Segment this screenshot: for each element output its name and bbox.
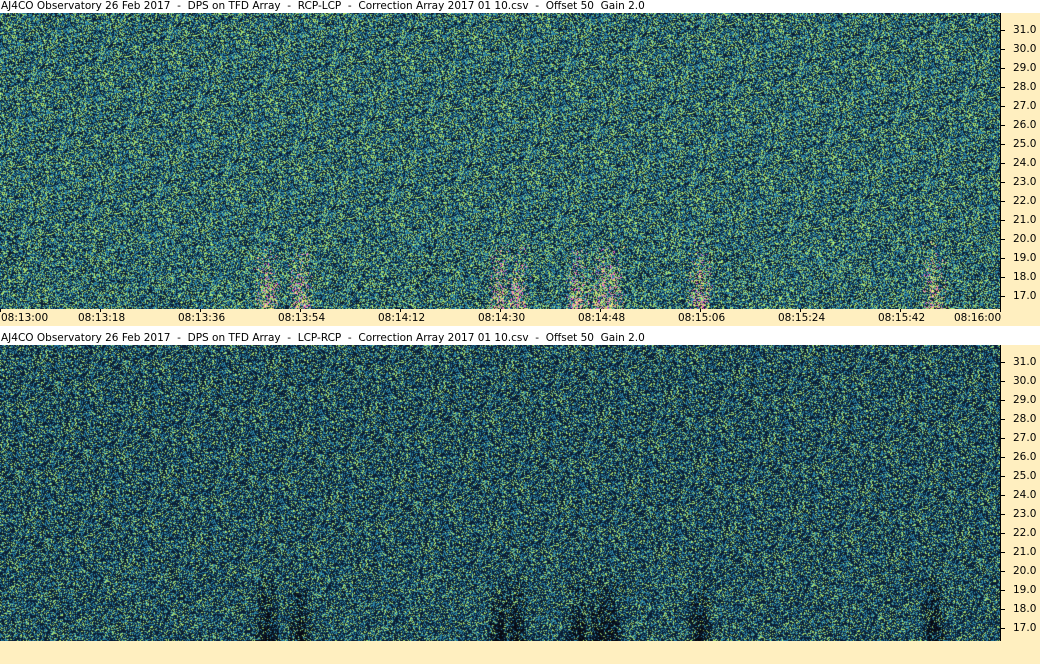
time-axis: 08:13:00 08:13:18 08:13:36 08:13:54 08:14:12… [0, 309, 1040, 326]
freq-tick-label: 31.0 [1013, 24, 1037, 36]
time-tick-label: 08:13:36 [178, 312, 226, 324]
bottom-spectrogram [0, 345, 1000, 641]
freq-tick [1000, 381, 1005, 382]
top-spectrogram [0, 13, 1000, 309]
freq-tick [1000, 296, 1005, 297]
time-tick-label: 08:15:42 [878, 312, 926, 324]
freq-tick [1000, 495, 1005, 496]
freq-tick-label: 22.0 [1013, 527, 1037, 539]
time-tick-label: 08:15:06 [678, 312, 726, 324]
freq-tick [1000, 571, 1005, 572]
freq-tick-label: 20.0 [1013, 233, 1037, 245]
freq-tick [1000, 362, 1005, 363]
top-title-gap [1000, 0, 1040, 13]
freq-tick-label: 20.0 [1013, 565, 1037, 577]
freq-tick-label: 29.0 [1013, 62, 1037, 74]
freq-tick [1000, 609, 1005, 610]
freq-tick [1000, 628, 1005, 629]
freq-tick-label: 31.0 [1013, 356, 1037, 368]
freq-tick-label: 25.0 [1013, 470, 1037, 482]
freq-tick-label: 27.0 [1013, 432, 1037, 444]
freq-tick-label: 26.0 [1013, 119, 1037, 131]
freq-tick-label: 18.0 [1013, 271, 1037, 283]
freq-tick [1000, 163, 1005, 164]
freq-tick [1000, 201, 1005, 202]
freq-tick [1000, 220, 1005, 221]
freq-tick-label: 27.0 [1013, 100, 1037, 112]
freq-tick-label: 28.0 [1013, 413, 1037, 425]
time-tick-label: 08:13:00 [1, 312, 49, 324]
time-tick-label: 08:13:18 [78, 312, 126, 324]
freq-tick-label: 29.0 [1013, 394, 1037, 406]
freq-tick-label: 23.0 [1013, 176, 1037, 188]
freq-tick [1000, 590, 1005, 591]
time-tick-label: 08:13:54 [278, 312, 326, 324]
freq-tick [1000, 239, 1005, 240]
freq-tick-label: 24.0 [1013, 489, 1037, 501]
freq-tick-label: 23.0 [1013, 508, 1037, 520]
bottom-panel-title: AJ4CO Observatory 26 Feb 2017 - DPS on T… [0, 332, 1001, 345]
freq-tick-label: 17.0 [1013, 290, 1037, 302]
freq-tick-label: 19.0 [1013, 252, 1037, 264]
freq-tick [1000, 457, 1005, 458]
freq-tick-label: 28.0 [1013, 81, 1037, 93]
top-frequency-axis: 31.0 30.0 29.0 28.0 27.0 26.0 25.0 24.0 23.0 22.0… [1000, 13, 1040, 309]
freq-tick-label: 22.0 [1013, 195, 1037, 207]
freq-tick [1000, 514, 1005, 515]
freq-tick [1000, 87, 1005, 88]
freq-tick-label: 24.0 [1013, 157, 1037, 169]
freq-tick-label: 26.0 [1013, 451, 1037, 463]
freq-tick [1000, 533, 1005, 534]
freq-tick [1000, 106, 1005, 107]
freq-tick [1000, 552, 1005, 553]
freq-tick [1000, 277, 1005, 278]
freq-tick-label: 30.0 [1013, 375, 1037, 387]
freq-tick [1000, 68, 1005, 69]
bottom-frequency-axis: 31.0 30.0 29.0 28.0 27.0 26.0 25.0 24.0 23.0 22.0… [1000, 345, 1040, 641]
time-tick-label: 08:14:48 [578, 312, 626, 324]
freq-tick [1000, 49, 1005, 50]
freq-tick-label: 30.0 [1013, 43, 1037, 55]
freq-tick-label: 21.0 [1013, 546, 1037, 558]
top-panel-title: AJ4CO Observatory 26 Feb 2017 - DPS on T… [0, 0, 1001, 13]
freq-tick [1000, 125, 1005, 126]
bottom-axis-strip [0, 641, 1040, 664]
time-tick-label: 08:14:30 [478, 312, 526, 324]
freq-tick-label: 19.0 [1013, 584, 1037, 596]
freq-tick [1000, 419, 1005, 420]
freq-tick [1000, 258, 1005, 259]
freq-tick [1000, 30, 1005, 31]
time-tick-label: 08:15:24 [778, 312, 826, 324]
freq-tick [1000, 400, 1005, 401]
freq-tick-label: 18.0 [1013, 603, 1037, 615]
freq-tick [1000, 182, 1005, 183]
time-tick-label: 08:14:12 [378, 312, 426, 324]
freq-tick [1000, 476, 1005, 477]
freq-tick [1000, 438, 1005, 439]
bottom-title-gap [1000, 332, 1040, 345]
time-tick-label: 08:16:00 [954, 312, 1002, 324]
freq-tick-label: 17.0 [1013, 622, 1037, 634]
freq-tick-label: 21.0 [1013, 214, 1037, 226]
freq-tick-label: 25.0 [1013, 138, 1037, 150]
freq-tick [1000, 144, 1005, 145]
